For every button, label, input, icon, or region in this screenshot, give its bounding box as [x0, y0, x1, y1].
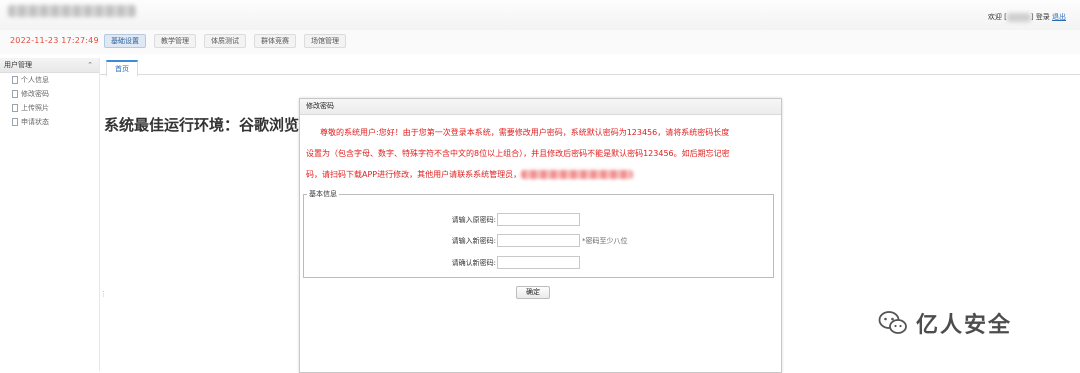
notice-line-3: 码，请扫码下载APP进行修改，其他用户请联系系统管理员，	[306, 170, 522, 179]
change-password-dialog: 修改密码 尊敬的系统用户:您好！由于您第一次登录本系统，需要修改用户密码，系统默…	[299, 98, 782, 373]
collapse-icon[interactable]: ⌃	[87, 58, 93, 72]
old-password-input[interactable]	[497, 213, 580, 226]
password-notice: 尊敬的系统用户:您好！由于您第一次登录本系统，需要修改用户密码，系统默认密码为1…	[306, 122, 776, 185]
new-password-label: 请输入新密码:	[451, 236, 496, 245]
menu-basic-settings[interactable]: 基础设置	[104, 34, 146, 48]
sidebar-item-profile[interactable]: 个人信息	[0, 73, 99, 87]
menu-group-competition[interactable]: 群体竞赛	[254, 34, 296, 48]
menu-venue-management[interactable]: 场馆管理	[304, 34, 346, 48]
current-datetime: 2022-11-23 17:27:49	[10, 36, 99, 45]
admin-contact-redacted	[521, 170, 634, 179]
browser-recommendation: 系统最佳运行环境：谷歌浏览器	[104, 116, 315, 134]
document-icon	[12, 118, 18, 126]
sidebar-item-label: 申请状态	[21, 118, 49, 126]
username-redacted	[1006, 12, 1031, 22]
main-menu: 基础设置 教学管理 体质测试 群体竞赛 场馆管理	[104, 34, 346, 48]
logout-link[interactable]: 退出	[1052, 13, 1066, 21]
system-title-redacted	[8, 5, 136, 17]
bracket-close: ]	[1030, 13, 1034, 21]
tab-bar: 首页	[100, 58, 1080, 77]
fieldset-legend: 基本信息	[307, 189, 339, 199]
sidebar-header[interactable]: 用户管理 ⌃	[0, 58, 99, 73]
welcome-bar: 欢迎 [] 登录 退出	[988, 12, 1066, 22]
dialog-title: 修改密码	[300, 99, 781, 115]
confirm-password-label: 请确认新密码:	[451, 258, 496, 267]
document-icon	[12, 90, 18, 98]
notice-line-2: 设置为（包含字母、数字、特殊字符不含中文的8位以上组合），并且修改后密码不能是默…	[306, 149, 730, 158]
sidebar-item-label: 个人信息	[21, 76, 49, 84]
sidebar: 用户管理 ⌃ 个人信息 修改密码 上传照片 申请状态	[0, 58, 100, 371]
menu-fitness-test[interactable]: 体质测试	[204, 34, 246, 48]
sidebar-item-application-status[interactable]: 申请状态	[0, 115, 99, 129]
watermark-text: 亿人安全	[916, 313, 1013, 338]
wechat-icon	[878, 311, 907, 334]
sidebar-item-upload-photo[interactable]: 上传照片	[0, 101, 99, 115]
sidebar-item-label: 修改密码	[21, 90, 49, 98]
panel-splitter-handle[interactable]: ⋮	[100, 290, 107, 298]
document-icon	[12, 76, 18, 84]
new-password-input[interactable]	[497, 234, 580, 247]
tab-home[interactable]: 首页	[106, 60, 138, 77]
old-password-label: 请输入原密码:	[451, 215, 496, 224]
document-icon	[12, 104, 18, 112]
menu-teaching-management[interactable]: 教学管理	[154, 34, 196, 48]
watermark: 亿人安全	[878, 307, 1012, 339]
confirm-password-row: 请确认新密码:	[416, 255, 580, 270]
basic-info-fieldset: 基本信息 请输入原密码: 请输入新密码: *密码至少八位 请确认新密码:	[303, 189, 774, 278]
password-length-hint: *密码至少八位	[582, 236, 628, 245]
new-password-row: 请输入新密码: *密码至少八位	[416, 233, 628, 248]
sidebar-item-label: 上传照片	[21, 104, 49, 112]
old-password-row: 请输入原密码:	[416, 212, 580, 227]
top-header: 欢迎 [] 登录 退出	[0, 0, 1080, 31]
sidebar-title: 用户管理	[4, 61, 32, 69]
sidebar-item-change-password[interactable]: 修改密码	[0, 87, 99, 101]
nav-bar: 2022-11-23 17:27:49 基础设置 教学管理 体质测试 群体竞赛 …	[0, 30, 1080, 54]
notice-line-1: 尊敬的系统用户:您好！由于您第一次登录本系统，需要修改用户密码，系统默认密码为1…	[320, 128, 730, 137]
confirm-button[interactable]: 确定	[516, 286, 550, 299]
confirm-password-input[interactable]	[497, 256, 580, 269]
welcome-label: 欢迎	[987, 13, 1002, 21]
login-label: 登录	[1035, 13, 1050, 21]
